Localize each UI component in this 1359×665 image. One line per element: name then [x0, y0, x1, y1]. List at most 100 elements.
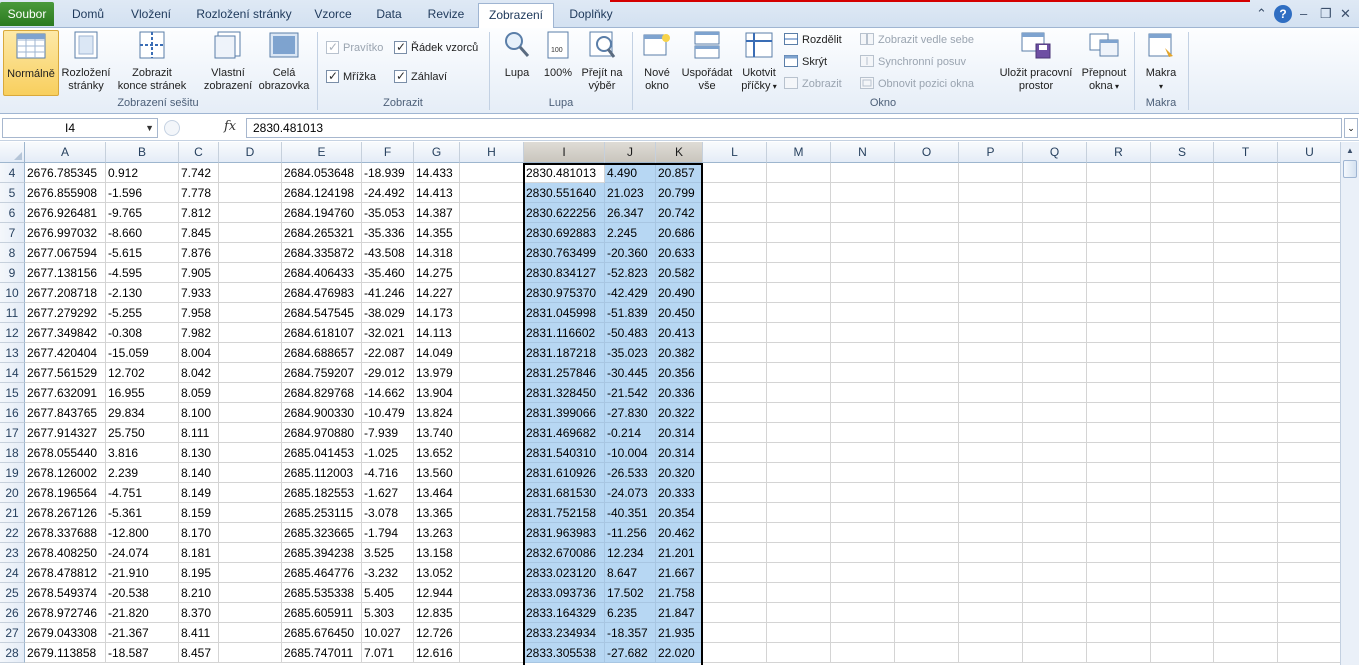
- cell-n23[interactable]: [831, 543, 895, 563]
- cell-p19[interactable]: [959, 463, 1023, 483]
- cell-q19[interactable]: [1023, 463, 1087, 483]
- cell-l5[interactable]: [703, 183, 767, 203]
- cell-h23[interactable]: [460, 543, 524, 563]
- row-header[interactable]: 25: [0, 583, 25, 603]
- tab-page-layout[interactable]: Rozložení stránky: [188, 3, 300, 28]
- cell-q14[interactable]: [1023, 363, 1087, 383]
- cell-t5[interactable]: [1214, 183, 1278, 203]
- cell-s25[interactable]: [1151, 583, 1214, 603]
- cell-b11[interactable]: -5.255: [106, 303, 179, 323]
- cell-t20[interactable]: [1214, 483, 1278, 503]
- cell-k11[interactable]: 20.450: [656, 303, 703, 323]
- cell-j15[interactable]: -21.542: [605, 383, 656, 403]
- cell-o8[interactable]: [895, 243, 959, 263]
- cell-r23[interactable]: [1087, 543, 1151, 563]
- cell-m12[interactable]: [767, 323, 831, 343]
- cell-i7[interactable]: 2830.692883: [524, 223, 605, 243]
- cell-o4[interactable]: [895, 163, 959, 183]
- cell-m4[interactable]: [767, 163, 831, 183]
- cell-g22[interactable]: 13.263: [414, 523, 460, 543]
- cell-s5[interactable]: [1151, 183, 1214, 203]
- cell-f17[interactable]: -7.939: [362, 423, 414, 443]
- cell-i5[interactable]: 2830.551640: [524, 183, 605, 203]
- cell-k27[interactable]: 21.935: [656, 623, 703, 643]
- cell-r6[interactable]: [1087, 203, 1151, 223]
- split-button[interactable]: Rozdělit: [784, 32, 842, 48]
- cell-t22[interactable]: [1214, 523, 1278, 543]
- window-minimize-icon[interactable]: –: [1300, 5, 1307, 23]
- cell-q6[interactable]: [1023, 203, 1087, 223]
- cell-c26[interactable]: 8.370: [179, 603, 219, 623]
- cell-h5[interactable]: [460, 183, 524, 203]
- cell-b9[interactable]: -4.595: [106, 263, 179, 283]
- column-header-j[interactable]: J: [605, 142, 656, 163]
- cell-t8[interactable]: [1214, 243, 1278, 263]
- cell-m16[interactable]: [767, 403, 831, 423]
- freeze-panes-button[interactable]: Ukotvit příčky ▾: [738, 30, 780, 93]
- cell-s11[interactable]: [1151, 303, 1214, 323]
- cell-r22[interactable]: [1087, 523, 1151, 543]
- cell-d28[interactable]: [219, 643, 282, 663]
- row-header[interactable]: 13: [0, 343, 25, 363]
- cell-p17[interactable]: [959, 423, 1023, 443]
- cell-a5[interactable]: 2676.855908: [25, 183, 106, 203]
- cell-g9[interactable]: 14.275: [414, 263, 460, 283]
- cell-s26[interactable]: [1151, 603, 1214, 623]
- cell-r12[interactable]: [1087, 323, 1151, 343]
- cell-b25[interactable]: -20.538: [106, 583, 179, 603]
- cell-k28[interactable]: 22.020: [656, 643, 703, 663]
- cell-d26[interactable]: [219, 603, 282, 623]
- cell-p24[interactable]: [959, 563, 1023, 583]
- cell-a4[interactable]: 2676.785345: [25, 163, 106, 183]
- cell-d9[interactable]: [219, 263, 282, 283]
- cell-q24[interactable]: [1023, 563, 1087, 583]
- cell-l28[interactable]: [703, 643, 767, 663]
- cell-o11[interactable]: [895, 303, 959, 323]
- row-header[interactable]: 20: [0, 483, 25, 503]
- cell-d17[interactable]: [219, 423, 282, 443]
- hide-window-button[interactable]: Skrýt: [784, 54, 827, 70]
- cell-g7[interactable]: 14.355: [414, 223, 460, 243]
- cell-k21[interactable]: 20.354: [656, 503, 703, 523]
- column-header-a[interactable]: A: [25, 142, 106, 163]
- cell-j27[interactable]: -18.357: [605, 623, 656, 643]
- cell-u10[interactable]: [1278, 283, 1340, 303]
- cell-r19[interactable]: [1087, 463, 1151, 483]
- cell-h14[interactable]: [460, 363, 524, 383]
- cell-f16[interactable]: -10.479: [362, 403, 414, 423]
- cell-a8[interactable]: 2677.067594: [25, 243, 106, 263]
- cell-t24[interactable]: [1214, 563, 1278, 583]
- cell-k26[interactable]: 21.847: [656, 603, 703, 623]
- cell-c14[interactable]: 8.042: [179, 363, 219, 383]
- cell-s16[interactable]: [1151, 403, 1214, 423]
- cell-h16[interactable]: [460, 403, 524, 423]
- cell-d14[interactable]: [219, 363, 282, 383]
- cell-f4[interactable]: -18.939: [362, 163, 414, 183]
- cell-l23[interactable]: [703, 543, 767, 563]
- cell-q11[interactable]: [1023, 303, 1087, 323]
- cell-s8[interactable]: [1151, 243, 1214, 263]
- cell-c8[interactable]: 7.876: [179, 243, 219, 263]
- cell-f10[interactable]: -41.246: [362, 283, 414, 303]
- cell-k24[interactable]: 21.667: [656, 563, 703, 583]
- cell-h15[interactable]: [460, 383, 524, 403]
- cell-a22[interactable]: 2678.337688: [25, 523, 106, 543]
- cell-u28[interactable]: [1278, 643, 1340, 663]
- cell-f28[interactable]: 7.071: [362, 643, 414, 663]
- cell-a27[interactable]: 2679.043308: [25, 623, 106, 643]
- cell-r28[interactable]: [1087, 643, 1151, 663]
- cell-a26[interactable]: 2678.972746: [25, 603, 106, 623]
- cell-l11[interactable]: [703, 303, 767, 323]
- cell-u17[interactable]: [1278, 423, 1340, 443]
- cell-p23[interactable]: [959, 543, 1023, 563]
- cell-e27[interactable]: 2685.676450: [282, 623, 362, 643]
- cell-q17[interactable]: [1023, 423, 1087, 443]
- cell-q10[interactable]: [1023, 283, 1087, 303]
- cell-c20[interactable]: 8.149: [179, 483, 219, 503]
- cell-s20[interactable]: [1151, 483, 1214, 503]
- cell-a7[interactable]: 2676.997032: [25, 223, 106, 243]
- cell-o16[interactable]: [895, 403, 959, 423]
- row-header[interactable]: 27: [0, 623, 25, 643]
- switch-windows-button[interactable]: Přepnout okna ▾: [1078, 30, 1130, 93]
- cell-b17[interactable]: 25.750: [106, 423, 179, 443]
